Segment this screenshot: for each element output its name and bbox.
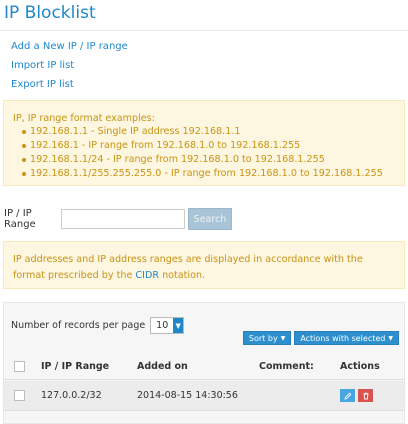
format-example-item: 192.168.1.1/255.255.255.0 - IP range fro…: [22, 167, 394, 181]
table-toolbar: Sort by ▼ Actions with selected ▼: [240, 331, 399, 345]
bulk-actions-label: Actions with selected: [300, 333, 386, 343]
column-header-ip[interactable]: IP / IP Range: [41, 354, 109, 379]
search-input[interactable]: [61, 209, 185, 229]
column-header-comment: Comment:: [259, 361, 314, 372]
column-header-actions: Actions: [340, 361, 380, 372]
chevron-down-icon: ▼: [280, 334, 286, 342]
row-ip: 127.0.0.2/32: [41, 390, 102, 401]
page-title: IP Blocklist: [4, 3, 96, 23]
format-examples-notice: IP, IP range format examples: 192.168.1.…: [3, 100, 405, 186]
row-select-cell: [14, 381, 25, 410]
pencil-icon: [343, 392, 351, 400]
import-ip-link[interactable]: Import IP list: [11, 59, 128, 78]
per-page-select[interactable]: 10 ▼: [150, 317, 185, 334]
cidr-link[interactable]: CIDR: [135, 270, 159, 281]
row-added-on: 2014-08-15 14:30:56: [137, 390, 238, 401]
chevron-down-icon: ▼: [173, 318, 184, 333]
cidr-notice: IP addresses and IP address ranges are d…: [3, 241, 405, 289]
search-form: IP / IP Range Search: [4, 208, 232, 230]
row-checkbox[interactable]: [14, 390, 25, 401]
sort-by-label: Sort by: [248, 333, 278, 343]
chevron-down-icon: ▼: [388, 334, 393, 342]
cidr-notice-text-end: notation.: [159, 270, 206, 281]
search-label: IP / IP Range: [4, 208, 36, 230]
records-panel: Number of records per page 10 ▼ Sort by …: [3, 302, 405, 424]
select-all-checkbox[interactable]: [14, 361, 25, 372]
sort-by-button[interactable]: Sort by ▼: [242, 331, 292, 345]
search-button[interactable]: Search: [188, 208, 232, 230]
format-example-item: 192.168.1 - IP range from 192.168.1.0 to…: [22, 139, 394, 153]
per-page-control: Number of records per page 10 ▼: [11, 317, 185, 334]
add-ip-link[interactable]: Add a New IP / IP range: [11, 40, 128, 59]
row-actions: [340, 381, 376, 410]
per-page-value: 10: [156, 320, 169, 331]
trash-icon: [363, 392, 368, 399]
per-page-label: Number of records per page: [11, 320, 146, 331]
delete-button[interactable]: [358, 389, 373, 402]
select-all-cell: [14, 354, 25, 379]
table-row: 127.0.0.2/32 2014-08-15 14:30:56: [4, 381, 404, 411]
action-links: Add a New IP / IP range Import IP list E…: [11, 40, 128, 97]
edit-button[interactable]: [340, 389, 355, 402]
table-header: IP / IP Range Added on Comment: Actions: [4, 354, 404, 380]
format-examples-list: 192.168.1.1 - Single IP address 192.168.…: [22, 125, 394, 181]
export-ip-link[interactable]: Export IP list: [11, 78, 128, 97]
column-header-added[interactable]: Added on: [137, 354, 188, 379]
format-example-item: 192.168.1.1/24 - IP range from 192.168.1…: [22, 153, 394, 167]
title-divider: [0, 30, 408, 31]
bulk-actions-button[interactable]: Actions with selected ▼: [294, 331, 399, 345]
format-examples-heading: IP, IP range format examples:: [13, 113, 155, 124]
format-example-item: 192.168.1.1 - Single IP address 192.168.…: [22, 125, 394, 139]
